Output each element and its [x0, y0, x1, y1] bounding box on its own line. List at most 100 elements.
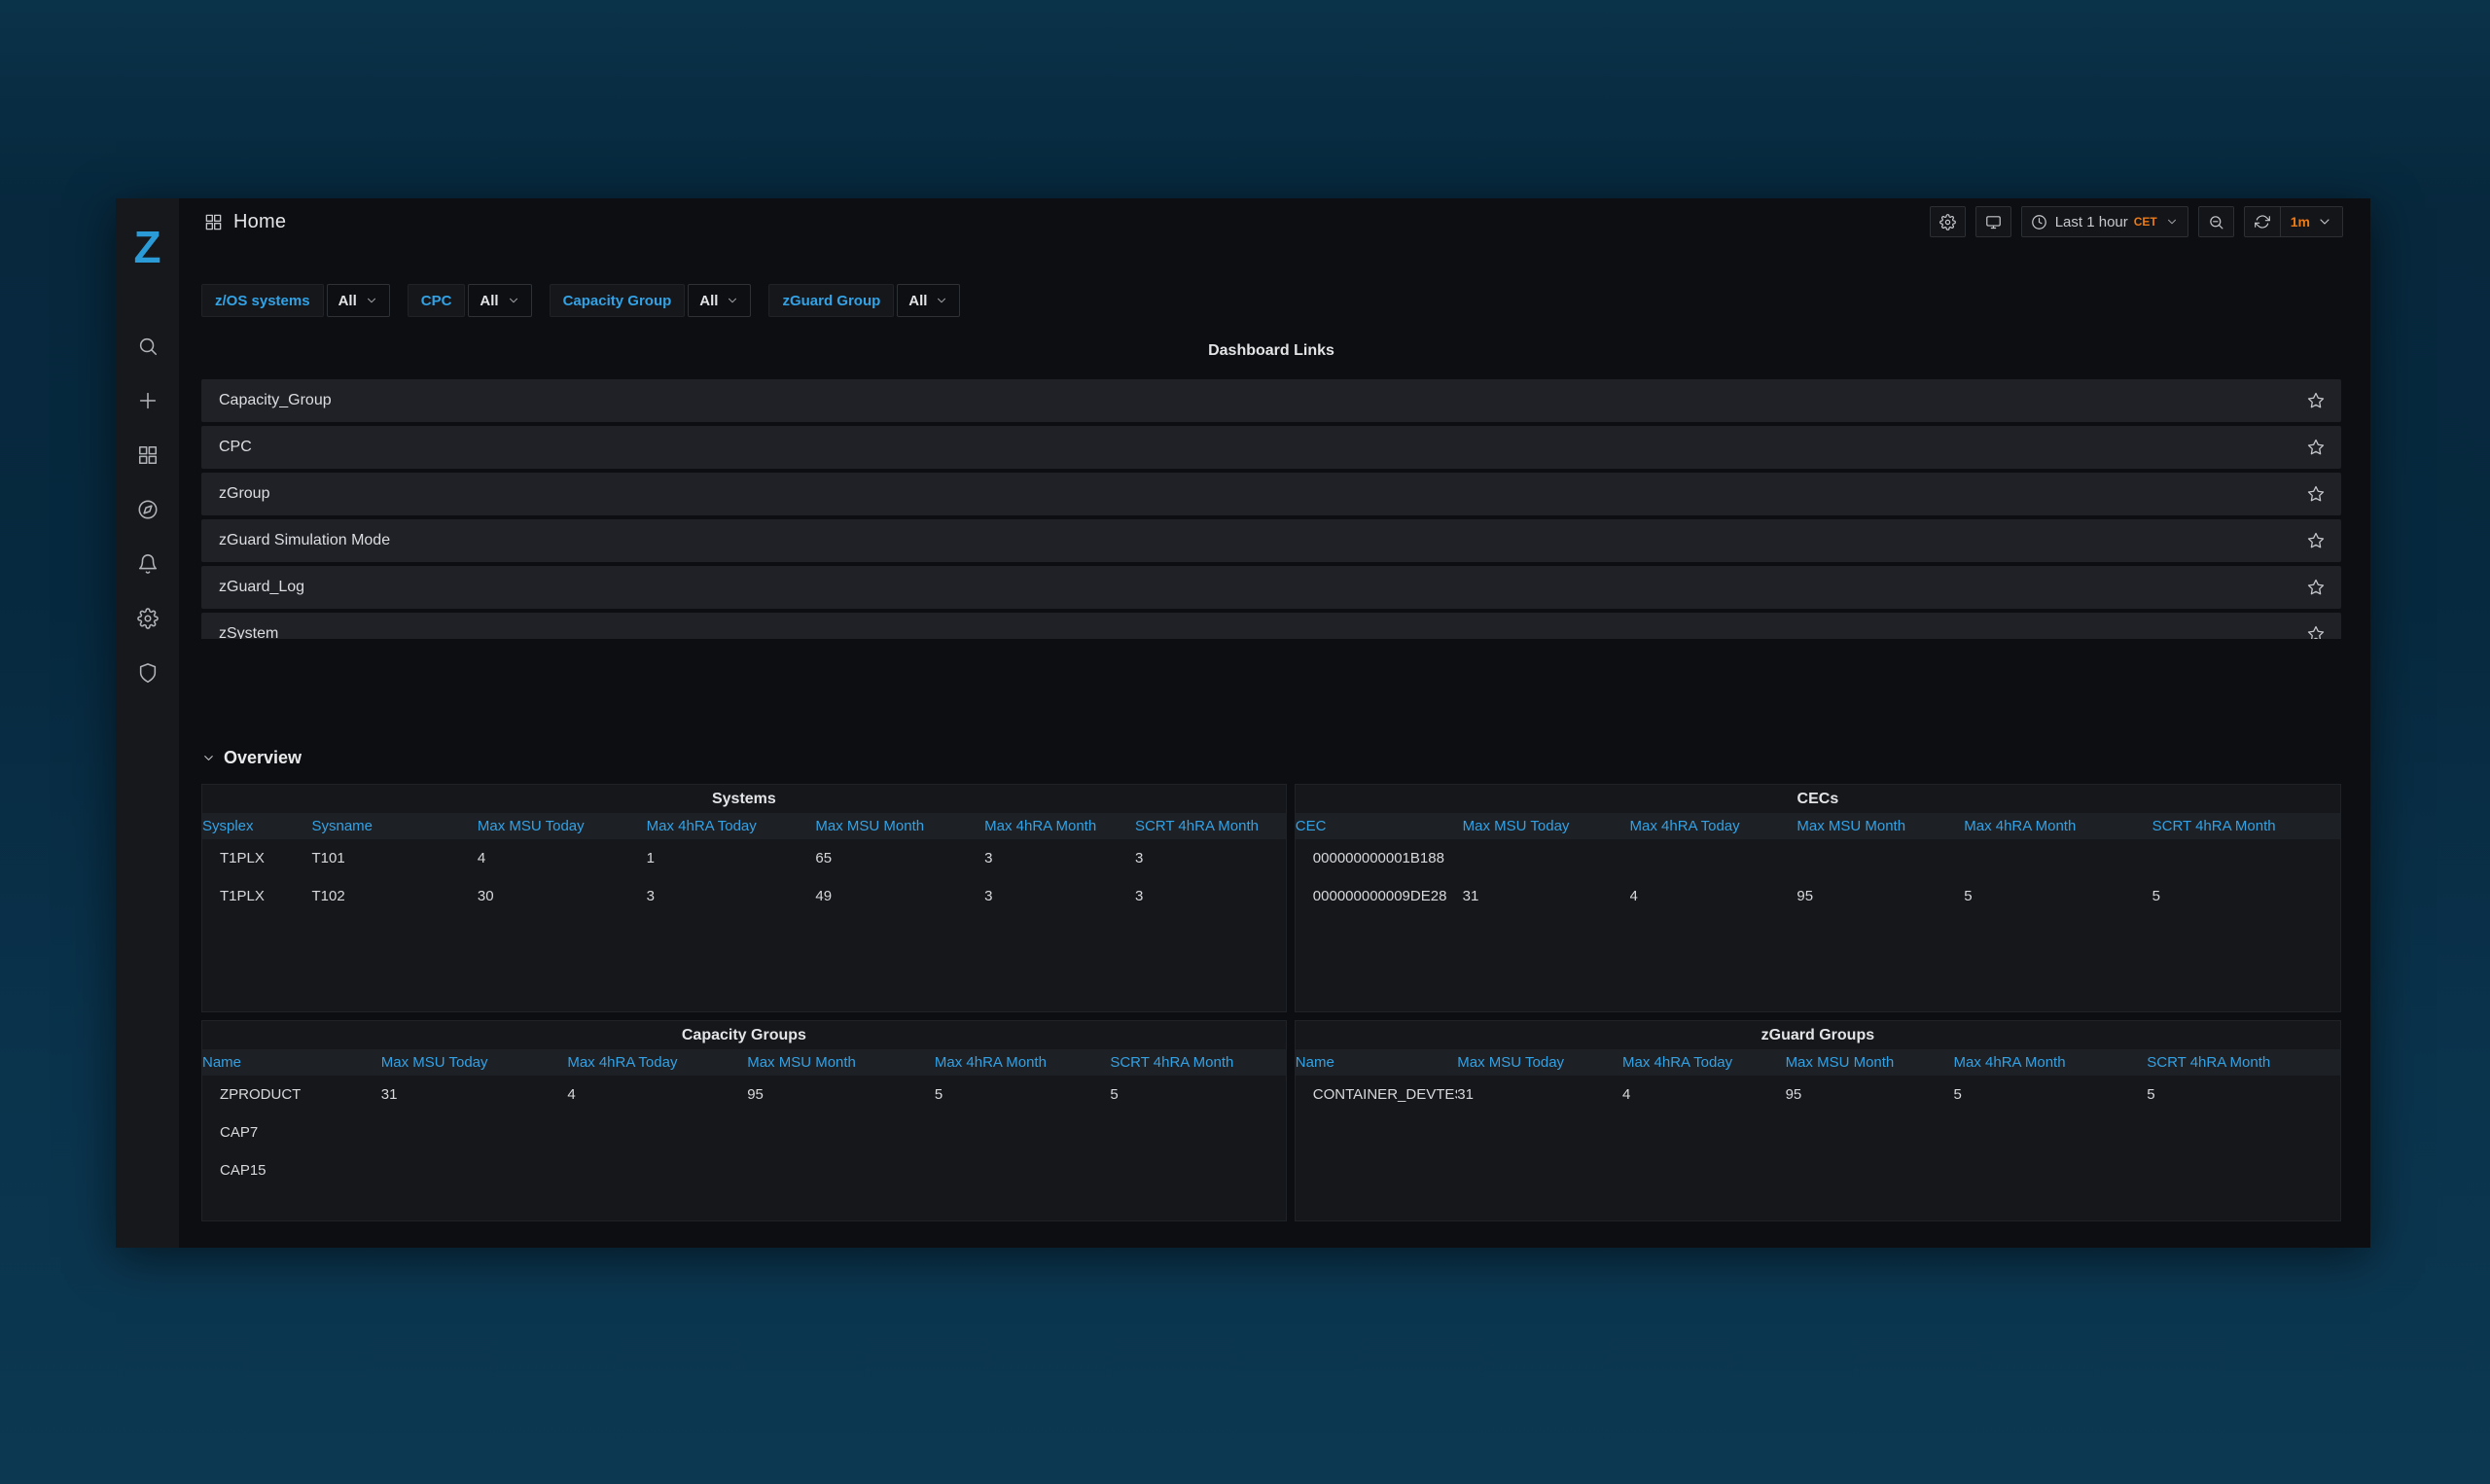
app-logo[interactable]: Z — [133, 198, 160, 296]
cell: 3 — [1135, 839, 1286, 877]
panel-title[interactable]: Systems — [202, 785, 1286, 813]
table-row[interactable]: 000000000001B188 — [1296, 839, 2340, 877]
column-header[interactable]: Sysplex — [202, 813, 311, 839]
column-header[interactable]: Max 4hRA Month — [1954, 1049, 2148, 1076]
dashboard-link-row[interactable]: zGuard Simulation Mode — [201, 519, 2341, 562]
capacity-groups-table: NameMax MSU TodayMax 4hRA TodayMax MSU M… — [202, 1049, 1286, 1189]
cell — [1110, 1151, 1285, 1189]
star-icon[interactable] — [2307, 625, 2325, 639]
column-header[interactable]: CEC — [1296, 813, 1463, 839]
column-header[interactable]: Max MSU Month — [747, 1049, 935, 1076]
variable-label[interactable]: CPC — [408, 284, 466, 317]
chevron-down-icon — [935, 294, 948, 307]
column-header[interactable]: Max MSU Month — [815, 813, 984, 839]
column-header[interactable]: SCRT 4hRA Month — [1110, 1049, 1285, 1076]
time-range-picker[interactable]: Last 1 hour CET — [2021, 206, 2188, 237]
column-header[interactable]: Max 4hRA Today — [567, 1049, 747, 1076]
cell — [1463, 839, 1630, 877]
variable-value-dropdown[interactable]: All — [327, 284, 390, 317]
overview-section-toggle[interactable]: Overview — [201, 748, 2341, 768]
column-header[interactable]: Max MSU Today — [1457, 1049, 1622, 1076]
table-row[interactable]: 000000000009DE28 31 4 95 5 5 — [1296, 877, 2340, 915]
column-header[interactable]: Max MSU Today — [381, 1049, 568, 1076]
table-header-row: CECMax MSU TodayMax 4hRA TodayMax MSU Mo… — [1296, 813, 2340, 839]
cycle-view-button[interactable] — [1975, 206, 2011, 237]
dashboard-link-row[interactable]: zGuard_Log — [201, 566, 2341, 609]
table-header-row: NameMax MSU TodayMax 4hRA TodayMax MSU M… — [1296, 1049, 2340, 1076]
column-header[interactable]: Name — [202, 1049, 381, 1076]
cell: CAP7 — [202, 1113, 381, 1151]
column-header[interactable]: SCRT 4hRA Month — [2147, 1049, 2340, 1076]
compass-icon — [137, 499, 159, 520]
dashboard-link-row[interactable]: CPC — [201, 426, 2341, 469]
cell: 4 — [478, 839, 647, 877]
column-header[interactable]: Sysname — [311, 813, 477, 839]
variable-filter: zGuard Group All — [768, 284, 960, 317]
zoom-out-button[interactable] — [2198, 206, 2234, 237]
variable-value-dropdown[interactable]: All — [688, 284, 751, 317]
column-header[interactable]: Max 4hRA Month — [984, 813, 1135, 839]
table-row[interactable]: ZPRODUCT 31 4 95 5 5 — [202, 1076, 1286, 1113]
dashboard-links-title: Dashboard Links — [201, 342, 2341, 360]
variable-value-dropdown[interactable]: All — [468, 284, 531, 317]
star-icon[interactable] — [2307, 392, 2325, 409]
variable-label[interactable]: zGuard Group — [768, 284, 894, 317]
column-header[interactable]: Name — [1296, 1049, 1457, 1076]
cell: 49 — [815, 877, 984, 915]
dashboard-link-label: zGroup — [219, 485, 269, 503]
chevron-down-icon — [201, 751, 216, 765]
star-icon[interactable] — [2307, 532, 2325, 549]
refresh-button[interactable] — [2245, 207, 2280, 236]
table-row[interactable]: CAP15 — [202, 1151, 1286, 1189]
column-header[interactable]: Max 4hRA Month — [1964, 813, 2152, 839]
variable-label[interactable]: Capacity Group — [550, 284, 686, 317]
clock-icon — [2031, 214, 2047, 230]
breadcrumb[interactable]: Home — [204, 211, 286, 233]
cecs-table: CECMax MSU TodayMax 4hRA TodayMax MSU Mo… — [1296, 813, 2340, 915]
sidebar-admin-button[interactable] — [126, 646, 169, 700]
panel-title[interactable]: Capacity Groups — [202, 1021, 1286, 1049]
chevron-down-icon — [507, 294, 520, 307]
cell: 65 — [815, 839, 984, 877]
dashboard-links-list: Capacity_Group CPC zGroup zGuard — [201, 379, 2341, 639]
star-icon[interactable] — [2307, 439, 2325, 456]
sidebar-create-button[interactable] — [126, 373, 169, 428]
sidebar-alerting-button[interactable] — [126, 537, 169, 591]
column-header[interactable]: SCRT 4hRA Month — [1135, 813, 1286, 839]
sidebar-explore-button[interactable] — [126, 482, 169, 537]
sidebar-search-button[interactable] — [126, 319, 169, 373]
column-header[interactable]: Max 4hRA Today — [1622, 1049, 1786, 1076]
column-header[interactable]: Max MSU Today — [1463, 813, 1630, 839]
cell: 4 — [1622, 1076, 1786, 1113]
column-header[interactable]: Max 4hRA Today — [1630, 813, 1797, 839]
dashboard-link-row[interactable]: Capacity_Group — [201, 379, 2341, 422]
column-header[interactable]: Max 4hRA Month — [935, 1049, 1110, 1076]
cell: 3 — [1135, 877, 1286, 915]
table-row[interactable]: CAP7 — [202, 1113, 1286, 1151]
cell — [567, 1113, 747, 1151]
column-header[interactable]: Max 4hRA Today — [647, 813, 816, 839]
dashboard-link-row[interactable]: zSystem — [201, 613, 2341, 639]
panel-title[interactable]: CECs — [1296, 785, 2340, 813]
refresh-interval-dropdown[interactable]: 1m — [2280, 207, 2342, 236]
variable-value-dropdown[interactable]: All — [897, 284, 960, 317]
sidebar-dashboards-button[interactable] — [126, 428, 169, 482]
panel-title[interactable]: zGuard Groups — [1296, 1021, 2340, 1049]
column-header[interactable]: Max MSU Today — [478, 813, 647, 839]
column-header[interactable]: Max MSU Month — [1786, 1049, 1954, 1076]
dashboard-variables: z/OS systems All CPC All — [201, 284, 2341, 317]
column-header[interactable]: Max MSU Month — [1796, 813, 1964, 839]
cell: 1 — [647, 839, 816, 877]
cell: 000000000001B188 — [1296, 839, 1463, 877]
sidebar-configuration-button[interactable] — [126, 591, 169, 646]
star-icon[interactable] — [2307, 485, 2325, 503]
column-header[interactable]: SCRT 4hRA Month — [2152, 813, 2340, 839]
table-row[interactable]: T1PLX T102 30 3 49 3 3 — [202, 877, 1286, 915]
dashboard-settings-button[interactable] — [1930, 206, 1966, 237]
table-row[interactable]: T1PLX T101 4 1 65 3 3 — [202, 839, 1286, 877]
star-icon[interactable] — [2307, 579, 2325, 596]
table-row[interactable]: CONTAINER_DEVTEST 31 4 95 5 5 — [1296, 1076, 2340, 1113]
variable-label[interactable]: z/OS systems — [201, 284, 324, 317]
dashboard-link-row[interactable]: zGroup — [201, 473, 2341, 515]
refresh-icon — [2255, 214, 2270, 230]
